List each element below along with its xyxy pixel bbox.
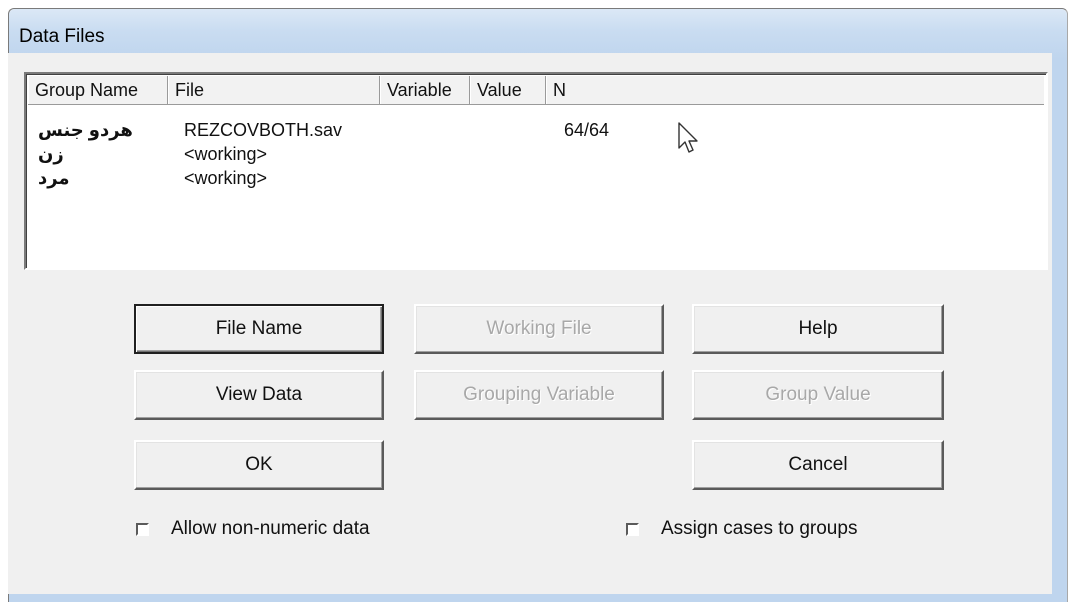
row-file: <working> — [184, 168, 268, 188]
help-button[interactable]: Help — [692, 304, 944, 354]
assign-cases-checkbox[interactable]: Assign cases to groups — [626, 518, 857, 540]
checkbox-label: Allow non-numeric data — [171, 518, 370, 539]
row-group-name: هردو جنس — [38, 120, 133, 140]
view-data-button[interactable]: View Data — [134, 370, 384, 420]
column-header-group-name[interactable]: Group Name — [28, 76, 168, 104]
list-row[interactable]: زن <working> — [26, 144, 1046, 166]
file-name-button[interactable]: File Name — [134, 304, 384, 354]
row-file: <working> — [184, 144, 268, 164]
checkbox-box[interactable] — [626, 522, 639, 536]
list-header: Group Name File Variable Value N — [28, 76, 1044, 105]
list-row[interactable]: هردو جنس REZCOVBOTH.sav 64/64 — [26, 120, 1046, 142]
title-bar[interactable]: Data Files — [9, 9, 1067, 59]
row-file: REZCOVBOTH.sav — [184, 120, 343, 140]
data-files-list[interactable]: Group Name File Variable Value N هردو جن… — [24, 72, 1048, 270]
grouping-variable-button[interactable]: Grouping Variable — [414, 370, 664, 420]
cancel-button[interactable]: Cancel — [692, 440, 944, 490]
mouse-pointer-icon — [678, 122, 698, 153]
row-group-name: زن — [38, 144, 64, 164]
ok-button[interactable]: OK — [134, 440, 384, 490]
column-header-n[interactable]: N — [546, 76, 1044, 104]
column-header-file[interactable]: File — [168, 76, 380, 104]
group-value-button[interactable]: Group Value — [692, 370, 944, 420]
checkbox-label: Assign cases to groups — [661, 518, 858, 539]
working-file-button[interactable]: Working File — [414, 304, 664, 354]
window-title: Data Files — [19, 26, 105, 47]
list-row[interactable]: مرد <working> — [26, 168, 1046, 190]
checkbox-box[interactable] — [136, 522, 149, 536]
column-header-value[interactable]: Value — [470, 76, 546, 104]
row-n: 64/64 — [564, 120, 610, 140]
allow-non-numeric-checkbox[interactable]: Allow non-numeric data — [136, 518, 370, 540]
row-group-name: مرد — [38, 168, 70, 188]
column-header-variable[interactable]: Variable — [380, 76, 470, 104]
